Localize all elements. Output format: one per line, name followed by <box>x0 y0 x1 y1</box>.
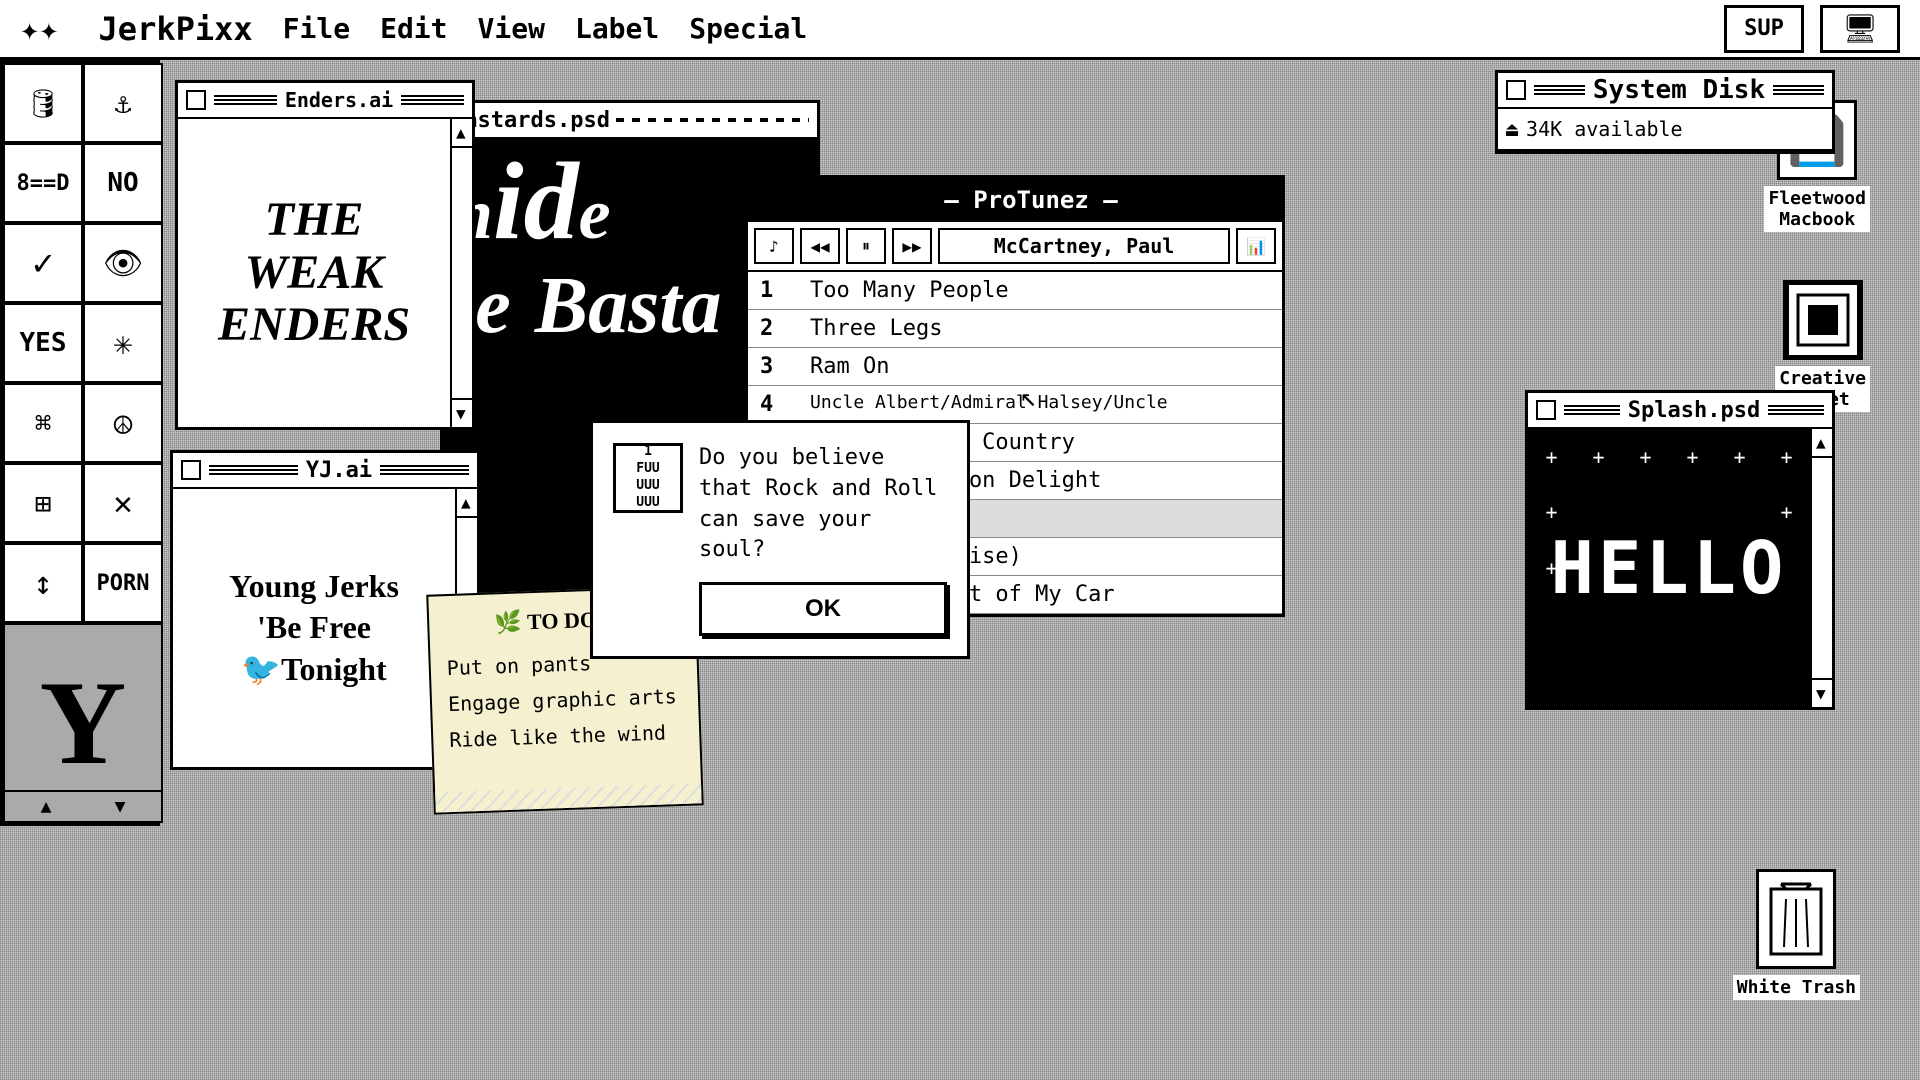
menu-special[interactable]: Special <box>689 12 807 45</box>
splash-text: HELLO <box>1551 526 1788 610</box>
enders-content: THEWEAKENDERS <box>198 174 430 372</box>
no-button[interactable]: NO <box>83 143 163 223</box>
track-1[interactable]: 1 Too Many People <box>748 272 1282 310</box>
menu-edit[interactable]: Edit <box>380 12 447 45</box>
system-disk-title: System Disk <box>1593 75 1765 105</box>
barrel-icon[interactable]: 🛢 <box>3 63 83 143</box>
eject-icon[interactable]: ⏏ <box>1506 117 1518 141</box>
track-title-1: Too Many People <box>810 278 1009 303</box>
bastards-titlebar[interactable]: Bastards.psd <box>443 103 817 139</box>
system-disk-info: ⏏ 34K available <box>1498 109 1832 151</box>
track-4[interactable]: 4 Uncle Albert/Admiral Halsey/Uncle <box>748 386 1282 424</box>
pause-btn[interactable]: ⏸ <box>846 228 886 264</box>
white-trash-icon[interactable]: White Trash <box>1733 869 1860 1000</box>
yj-close[interactable] <box>181 460 201 480</box>
cross-icon[interactable]: ✕ <box>83 463 163 543</box>
tool-8d[interactable]: 8==D <box>3 143 83 223</box>
menu-label[interactable]: Label <box>575 12 659 45</box>
monitor-button[interactable]: 🖥 <box>1820 5 1900 53</box>
rewind-btn[interactable]: ◀◀ <box>800 228 840 264</box>
splash-scroll-down[interactable]: ▼ <box>1812 678 1832 707</box>
porn-button[interactable]: PORN <box>83 543 163 623</box>
chart-btn[interactable]: 📊 <box>1236 228 1276 264</box>
forward-btn[interactable]: ▶▶ <box>892 228 932 264</box>
music-note-btn[interactable]: ♪ <box>754 228 794 264</box>
track-3[interactable]: 3 Ram On <box>748 348 1282 386</box>
available-text: 34K available <box>1526 117 1683 141</box>
left-toolbar: 🛢 ⚓ 8==D NO ✓ 👁 YES ✳ ⌘ ☮ ⊞ ✕ ↕ PORN Y ▲… <box>0 60 160 826</box>
splash-window: Splash.psd + + + + + + + <box>1525 390 1835 710</box>
dialog-ok-button[interactable]: OK <box>699 582 947 636</box>
check-icon[interactable]: ✓ <box>3 223 83 303</box>
protunez-close[interactable] <box>912 190 932 210</box>
desktop: ✦✦ JerkPixx File Edit View Label Special… <box>0 0 1920 1080</box>
y-preview: Y ▲ ▼ <box>3 623 163 823</box>
eye-icon[interactable]: 👁 <box>83 223 163 303</box>
creative-sweet-image <box>1783 280 1863 360</box>
fleetwood-macbook-label: FleetwoodMacbook <box>1764 186 1870 232</box>
track-num-4: 4 <box>760 392 790 417</box>
yes-button[interactable]: YES <box>3 303 83 383</box>
system-disk-close[interactable] <box>1506 80 1526 100</box>
app-name: JerkPixx <box>99 10 253 48</box>
dialog-message: Do you believe that Rock and Roll can sa… <box>699 443 947 566</box>
dialog-content: Do you believe that Rock and Roll can sa… <box>699 443 947 636</box>
splash-scroll-up[interactable]: ▲ <box>1812 429 1832 458</box>
splash-titlebar[interactable]: Splash.psd <box>1528 393 1832 429</box>
enders-scroll-up[interactable]: ▲ <box>452 119 472 148</box>
grid-icon[interactable]: ⊞ <box>3 463 83 543</box>
menu-view[interactable]: View <box>478 12 545 45</box>
enders-close[interactable] <box>186 90 206 110</box>
track-title-2: Three Legs <box>810 316 942 341</box>
yj-titlebar[interactable]: YJ.ai <box>173 453 477 489</box>
system-disk-window: System Disk ⏏ 34K available <box>1495 70 1835 154</box>
white-trash-label: White Trash <box>1733 975 1860 1000</box>
splash-content: + + + + + + + + + HELLO <box>1528 429 1810 707</box>
scroll-down[interactable]: ▼ <box>115 796 126 817</box>
track-num-3: 3 <box>760 354 790 379</box>
yj-title: YJ.ai <box>306 458 372 483</box>
enders-scroll-down[interactable]: ▼ <box>452 398 472 427</box>
dialog-box: 1FUUUUUUUU Do you believe that Rock and … <box>590 420 970 659</box>
updown-icon[interactable]: ↕ <box>3 543 83 623</box>
enders-titlebar[interactable]: Enders.ai <box>178 83 472 119</box>
enders-title: Enders.ai <box>285 88 393 112</box>
track-num-2: 2 <box>760 316 790 341</box>
arrows-up-icon[interactable]: ✳ <box>83 303 163 383</box>
splash-title: Splash.psd <box>1628 398 1760 423</box>
apple-menu[interactable]: ✦✦ <box>20 10 59 48</box>
dialog-icon: 1FUUUUUUUU <box>613 443 683 513</box>
sup-button[interactable]: SUP <box>1724 5 1804 53</box>
yj-content: Young Jerks'Be Free🐦Tonight <box>213 550 415 707</box>
menu-file[interactable]: File <box>283 12 350 45</box>
track-title-4: Uncle Albert/Admiral Halsey/Uncle <box>810 392 1168 417</box>
system-disk-titlebar[interactable]: System Disk <box>1498 73 1832 109</box>
todo-list: Put on pants Engage graphic arts Ride li… <box>446 642 684 758</box>
yj-scroll-up[interactable]: ▲ <box>457 489 477 518</box>
scroll-up[interactable]: ▲ <box>41 796 52 817</box>
track-num-1: 1 <box>760 278 790 303</box>
todo-item-3: Ride like the wind <box>449 714 684 758</box>
peace-icon[interactable]: ☮ <box>83 383 163 463</box>
protunez-controls: ♪ ◀◀ ⏸ ▶▶ McCartney, Paul 📊 <box>748 222 1282 272</box>
protunez-title: – ProTunez – <box>944 186 1117 214</box>
splash-close[interactable] <box>1536 400 1556 420</box>
artist-name: McCartney, Paul <box>938 228 1230 264</box>
track-2[interactable]: 2 Three Legs <box>748 310 1282 348</box>
anchor-icon[interactable]: ⚓ <box>83 63 163 143</box>
menubar: ✦✦ JerkPixx File Edit View Label Special… <box>0 0 1920 60</box>
lasso-icon[interactable]: ⌘ <box>3 383 83 463</box>
enders-window: Enders.ai THEWEAKENDERS ▲ ▼ <box>175 80 475 430</box>
white-trash-image <box>1756 869 1836 969</box>
protunez-titlebar[interactable]: – ProTunez – <box>748 178 1282 222</box>
track-title-3: Ram On <box>810 354 889 379</box>
